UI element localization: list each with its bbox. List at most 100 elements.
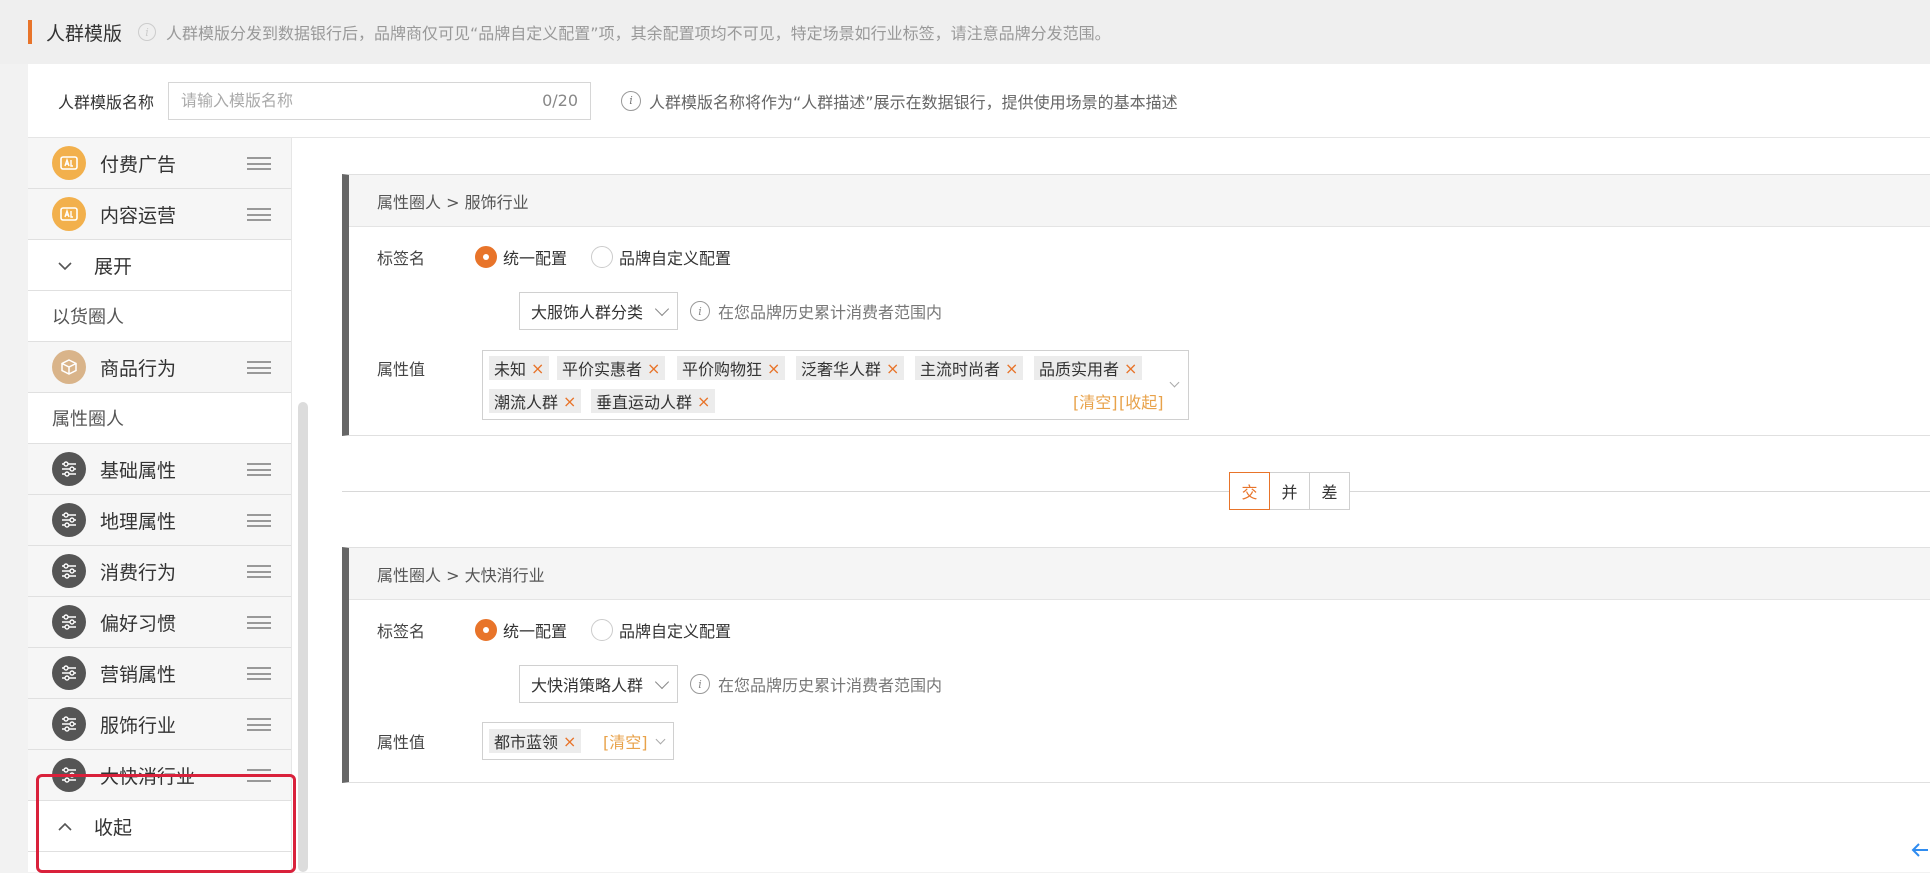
close-icon[interactable]: × [886,359,899,378]
chevron-down-icon[interactable] [655,734,666,745]
clear-tags-link[interactable]: [清空] [603,729,648,753]
sidebar-item-label: 地理属性 [100,510,177,533]
sliders-icon [52,452,86,486]
sidebar-item-consumption[interactable]: 消费行为 [28,546,291,597]
drag-handle-icon[interactable] [247,718,271,731]
tag-name-label: 标签名 [377,622,426,641]
range-hint: 在您品牌历史累计消费者范围内 [718,676,943,695]
info-icon: i [138,23,157,41]
collapse-tags-link[interactable]: [收起] [1119,389,1164,413]
sidebar-item-label: 偏好习惯 [100,612,177,635]
sidebar-item-marketing[interactable]: 营销属性 [28,648,291,699]
sidebar-item-product-behavior[interactable]: 商品行为 [28,342,291,393]
drag-handle-icon[interactable] [247,565,271,578]
sidebar-item-preferences[interactable]: 偏好习惯 [28,597,291,648]
box-icon [52,350,86,384]
rule-card-apparel: 属性圈人 > 服饰行业 标签名 统一配置 品牌自定义配置 大服饰人群分类 i 在… [342,174,1930,436]
attr-value-tag-input[interactable]: 都市蓝领 × [清空] [482,722,674,760]
sidebar-item-label: 基础属性 [100,459,177,482]
radio-unified-label: 统一配置 [503,622,568,641]
sidebar-item-apparel[interactable]: 服饰行业 [28,699,291,750]
tag-label: 泛奢华人群 [801,360,882,379]
template-name-row: 人群模版名称 0/20 i 人群模版名称将作为“人群描述”展示在数据银行，提供使… [28,64,1930,138]
sidebar-scrollbar[interactable] [298,402,308,872]
attr-value-label: 属性值 [377,360,426,379]
operator-intersect-button[interactable]: 交 [1229,472,1270,510]
drag-handle-icon[interactable] [247,616,271,629]
header-accent-bar [28,20,32,44]
sidebar-item-paid-ads[interactable]: 付费广告 [28,138,291,189]
tag-chip: 泛奢华人群 × [796,356,905,380]
sidebar-item-content-ops[interactable]: 内容运营 [28,189,291,240]
tag-label: 平价购物狂 [682,360,763,379]
category-select[interactable]: 大服饰人群分类 [519,292,679,330]
category-select-row: 大快消策略人群 i 在您品牌历史累计消费者范围内 [519,665,942,703]
breadcrumb: 属性圈人 > 大快消行业 [349,548,1930,600]
category-select[interactable]: 大快消策略人群 [519,665,679,703]
attr-value-tag-input[interactable]: 未知 × 平价实惠者 × 平价购物狂 × 泛奢华人群 × 主流时尚者 × 品质实用者 × 潮… [482,350,1189,420]
operator-union-button[interactable]: 并 [1269,472,1310,510]
close-icon[interactable]: × [767,359,780,378]
tag-chip: 平价实惠者 × [557,356,666,380]
drag-handle-icon[interactable] [247,514,271,527]
sidebar-item-geo-attrs[interactable]: 地理属性 [28,495,291,546]
drag-handle-icon[interactable] [247,208,271,221]
expand-label: 展开 [94,255,133,278]
close-icon[interactable]: × [647,359,660,378]
expand-toggle[interactable]: 展开 [28,240,291,291]
sidebar-item-label: 内容运营 [100,204,177,227]
header-tip: 人群模版分发到数据银行后，品牌商仅可见“品牌自定义配置”项，其余配置项均不可见，… [166,24,1111,43]
category-select-row: 大服饰人群分类 i 在您品牌历史累计消费者范围内 [519,292,942,330]
close-icon[interactable]: × [1005,359,1018,378]
radio-brand-custom-config[interactable] [591,246,614,268]
template-name-description: 人群模版名称将作为“人群描述”展示在数据银行，提供使用场景的基本描述 [649,92,1178,112]
ad-icon [52,146,86,180]
tag-label: 潮流人群 [494,393,559,412]
radio-unified-config[interactable] [475,246,497,268]
sidebar-item-basic-attrs[interactable]: 基础属性 [28,444,291,495]
clear-tags-link[interactable]: [清空] [1073,389,1118,413]
rule-card-fmcg: 属性圈人 > 大快消行业 标签名 统一配置 品牌自定义配置 大快消策略人群 i … [342,547,1930,783]
drag-handle-icon[interactable] [247,463,271,476]
content-icon [52,197,86,231]
close-icon[interactable]: × [697,392,710,411]
drag-handle-icon[interactable] [247,157,271,170]
drag-handle-icon[interactable] [247,667,271,680]
sidebar-item-label: 消费行为 [100,561,177,584]
radio-brand-custom-config[interactable] [591,619,614,641]
arrow-left-icon[interactable] [1910,840,1930,866]
sidebar-item-label: 大快消行业 [100,765,196,788]
radio-unified-config[interactable] [475,619,497,641]
tag-label: 垂直运动人群 [596,393,693,412]
close-icon[interactable]: × [563,732,576,751]
drag-handle-icon[interactable] [247,361,271,374]
tag-chip: 平价购物狂 × [677,356,786,380]
tag-label: 品质实用者 [1039,360,1120,379]
sidebar: 付费广告 内容运营 展开 以货圈人 商品行为 属性圈人 基础属性 地理属性 消费… [28,138,292,872]
tag-chip: 未知 × [489,356,550,380]
collapse-toggle[interactable]: 收起 [28,801,291,852]
chevron-down-icon[interactable] [1169,377,1180,388]
attr-value-label-row: 属性值 [377,729,425,753]
collapse-label: 收起 [94,816,133,839]
sidebar-item-label: 商品行为 [100,357,177,380]
tag-name-row: 标签名 统一配置 品牌自定义配置 [377,245,755,269]
template-name-field[interactable]: 0/20 [168,81,592,120]
group-label: 以货圈人 [52,307,124,328]
close-icon[interactable]: × [1124,359,1137,378]
tag-chip: 主流时尚者 × [915,356,1024,380]
tag-chip: 垂直运动人群 × [591,389,716,413]
chevron-down-icon [654,301,670,316]
tag-chip: 品质实用者 × [1034,356,1143,380]
template-name-input[interactable] [181,91,522,110]
drag-handle-icon[interactable] [247,769,271,782]
close-icon[interactable]: × [563,392,576,411]
tag-label: 平价实惠者 [562,360,643,379]
close-icon[interactable]: × [531,359,544,378]
radio-custom-label: 品牌自定义配置 [619,249,732,268]
sidebar-item-fmcg[interactable]: 大快消行业 [28,750,291,801]
tag-label: 主流时尚者 [920,360,1001,379]
sidebar-item-label: 营销属性 [100,663,177,686]
operator-difference-button[interactable]: 差 [1309,472,1350,510]
sliders-icon [52,707,86,741]
